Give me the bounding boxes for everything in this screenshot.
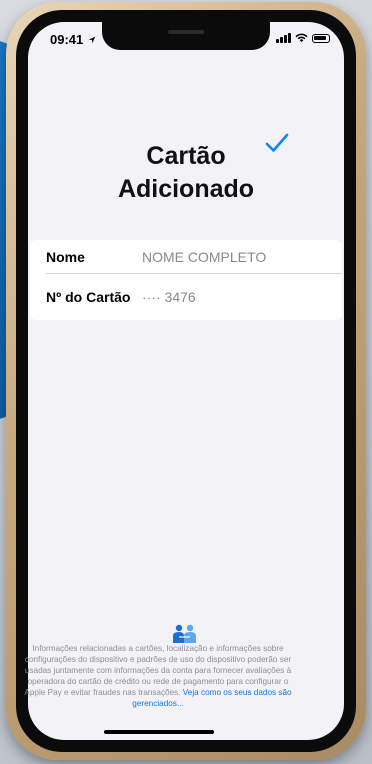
wifi-icon <box>295 33 308 43</box>
title-line-1: Cartão <box>146 142 226 170</box>
name-value: NOME COMPLETO <box>142 249 267 265</box>
checkmark-icon <box>264 132 290 159</box>
battery-icon <box>312 33 330 43</box>
notch <box>102 22 270 50</box>
status-icons <box>276 33 330 43</box>
status-time-text: 09:41 <box>50 32 84 47</box>
title-line-2: Adicionado <box>117 175 255 203</box>
card-number-row: Nº do Cartão ···· 3476 <box>46 280 342 314</box>
page-title: Cartão Adicionado <box>28 140 344 206</box>
card-number-value: ···· 3476 <box>142 289 196 305</box>
location-arrow-icon <box>88 36 96 44</box>
card-details: Nome NOME COMPLETO Nº do Cartão ···· 347… <box>30 240 342 320</box>
home-indicator[interactable] <box>104 730 214 734</box>
card-name-row: Nome NOME COMPLETO <box>46 240 342 274</box>
card-number-label: Nº do Cartão <box>46 289 131 305</box>
name-label: Nome <box>46 249 85 265</box>
speaker <box>168 30 204 34</box>
cellular-signal-icon <box>276 33 291 43</box>
divider <box>46 273 342 274</box>
privacy-disclaimer: Informações relacionadas a cartões, loca… <box>20 643 296 709</box>
status-time: 09:41 <box>50 32 96 47</box>
